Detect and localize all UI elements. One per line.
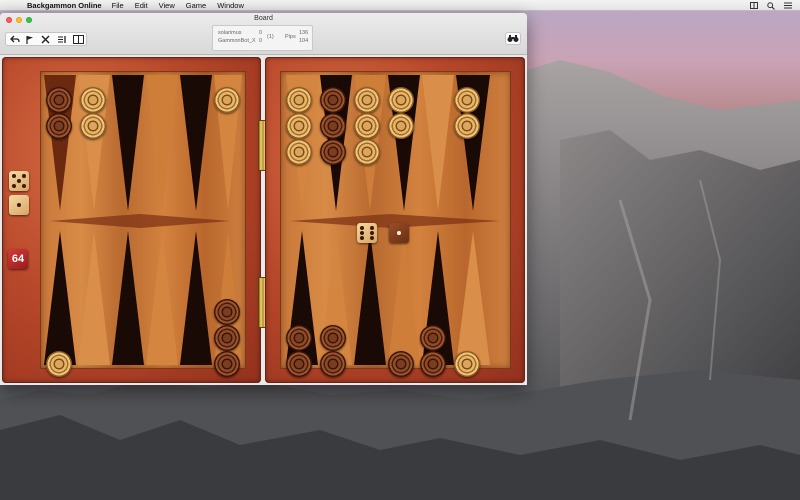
player2-score: 0 [259, 38, 263, 44]
checker[interactable] [320, 87, 346, 113]
checker[interactable] [420, 325, 446, 351]
search-icon[interactable] [767, 2, 775, 10]
checker[interactable] [214, 87, 240, 113]
checker[interactable] [320, 325, 346, 351]
checker[interactable] [46, 113, 72, 139]
checker[interactable] [46, 87, 72, 113]
menu-window[interactable]: Window [217, 1, 244, 10]
checker[interactable] [286, 351, 312, 377]
checker[interactable] [320, 113, 346, 139]
menu-game[interactable]: Game [186, 1, 206, 10]
backgammon-board: 64 [0, 55, 527, 385]
doubling-cube[interactable]: 64 [8, 249, 28, 269]
menubar-status-area [750, 0, 792, 11]
point[interactable] [146, 231, 178, 365]
point[interactable] [146, 75, 178, 211]
checker[interactable] [354, 139, 380, 165]
close-icon[interactable] [38, 33, 52, 45]
match-length: (1) [267, 34, 274, 40]
left-bottom-points [44, 231, 242, 365]
checker[interactable] [46, 351, 72, 377]
checker[interactable] [80, 113, 106, 139]
point[interactable] [422, 75, 454, 211]
checker[interactable] [388, 351, 414, 377]
side-die-one [9, 195, 29, 215]
checker[interactable] [286, 139, 312, 165]
board-window: Board solarimus 0 GammonBot_X 0 (1) Pips… [0, 13, 527, 385]
window-titlebar[interactable]: Board solarimus 0 GammonBot_X 0 (1) Pips… [0, 13, 527, 55]
checker[interactable] [214, 299, 240, 325]
player1-name: solarimus [218, 30, 242, 36]
point[interactable] [112, 231, 144, 365]
checker[interactable] [454, 351, 480, 377]
menu-file[interactable]: File [112, 1, 124, 10]
menu-edit[interactable]: Edit [135, 1, 148, 10]
checker[interactable] [388, 87, 414, 113]
point[interactable] [388, 231, 420, 365]
point[interactable] [456, 231, 490, 365]
checker[interactable] [286, 87, 312, 113]
checker[interactable] [354, 87, 380, 113]
checker[interactable] [320, 139, 346, 165]
board-icon[interactable] [71, 33, 85, 45]
flag-icon[interactable] [23, 33, 37, 45]
checker[interactable] [454, 87, 480, 113]
player2-name: GammonBot_X [218, 38, 256, 44]
resign-icon[interactable] [55, 33, 69, 45]
menu-view[interactable]: View [159, 1, 175, 10]
player1-score: 0 [259, 30, 263, 36]
checker[interactable] [320, 351, 346, 377]
notification-list-icon[interactable] [784, 2, 792, 9]
point[interactable] [354, 231, 386, 365]
checker[interactable] [80, 87, 106, 113]
checker[interactable] [454, 113, 480, 139]
window-title: Board [254, 15, 273, 22]
menu-bar: Backgammon Online File Edit View Game Wi… [0, 0, 800, 11]
checker[interactable] [388, 113, 414, 139]
point[interactable] [180, 231, 212, 365]
checker[interactable] [354, 113, 380, 139]
checker[interactable] [286, 113, 312, 139]
left-points [44, 75, 242, 365]
undo-icon[interactable] [8, 33, 22, 45]
dice-roll-six[interactable] [357, 223, 377, 243]
scoreboard: solarimus 0 GammonBot_X 0 (1) Pips 136 1… [212, 25, 313, 51]
player1-pips: 136 [299, 30, 309, 36]
player2-pips: 104 [299, 38, 309, 44]
side-die-five [9, 171, 29, 191]
pips-label: Pips [285, 34, 296, 40]
board-inlay [50, 214, 230, 228]
checker[interactable] [214, 351, 240, 377]
menu-app-name[interactable]: Backgammon Online [27, 1, 102, 10]
point[interactable] [180, 75, 212, 211]
checker[interactable] [420, 351, 446, 377]
point[interactable] [112, 75, 144, 211]
checker[interactable] [286, 325, 312, 351]
point[interactable] [78, 231, 110, 365]
checker[interactable] [214, 325, 240, 351]
binoculars-icon[interactable] [505, 32, 521, 45]
left-top-points [44, 75, 242, 211]
left-playing-field [40, 71, 246, 369]
point[interactable] [44, 231, 76, 365]
display-icon[interactable] [750, 2, 758, 9]
right-bottom-points [286, 231, 490, 365]
dice-roll-one[interactable] [389, 223, 409, 243]
